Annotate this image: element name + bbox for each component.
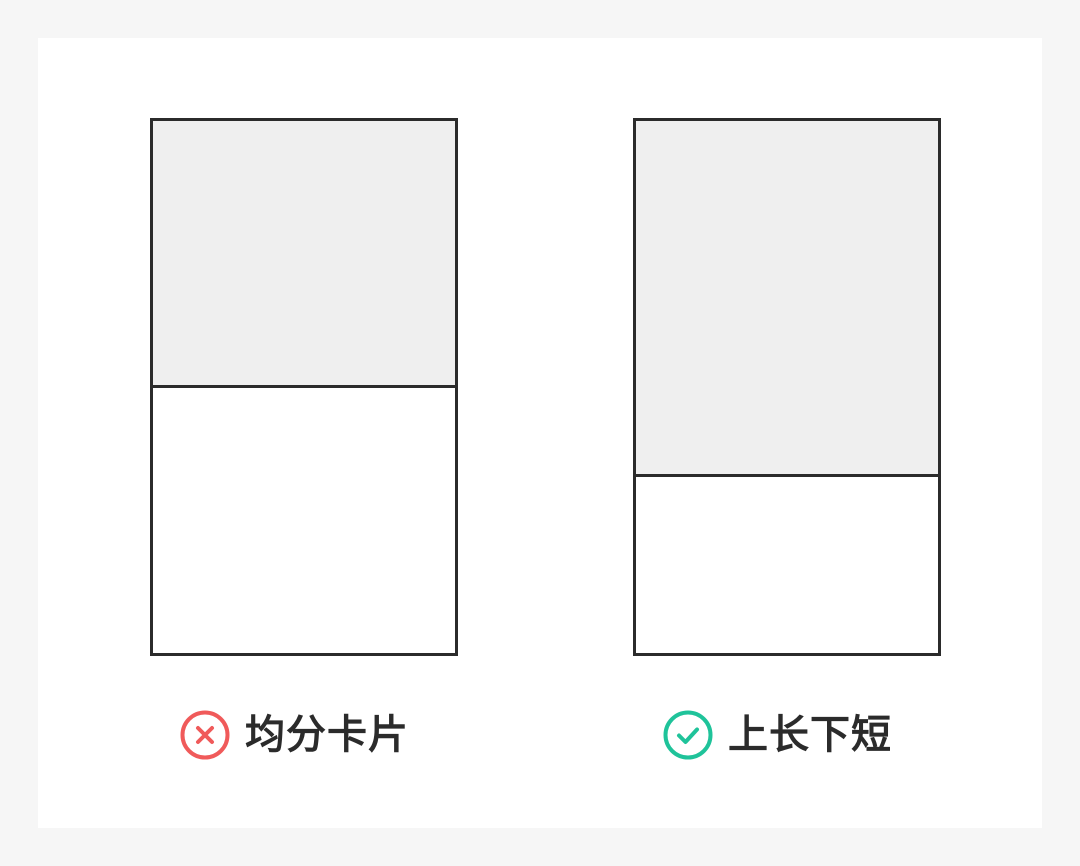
long-top-short-bottom-card-diagram — [633, 118, 941, 656]
right-example-label: 上长下短 — [728, 712, 892, 758]
wrong-example-caption: 均分卡片 — [179, 710, 409, 760]
comparison-canvas: 均分卡片 上长下短 — [38, 38, 1042, 828]
card-top-section — [636, 121, 938, 477]
right-example-caption: 上长下短 — [662, 710, 892, 760]
card-top-section — [153, 121, 455, 388]
equal-split-card-diagram — [150, 118, 458, 656]
x-circle-icon — [179, 709, 231, 761]
wrong-example-label: 均分卡片 — [245, 712, 409, 758]
check-circle-icon — [662, 709, 714, 761]
